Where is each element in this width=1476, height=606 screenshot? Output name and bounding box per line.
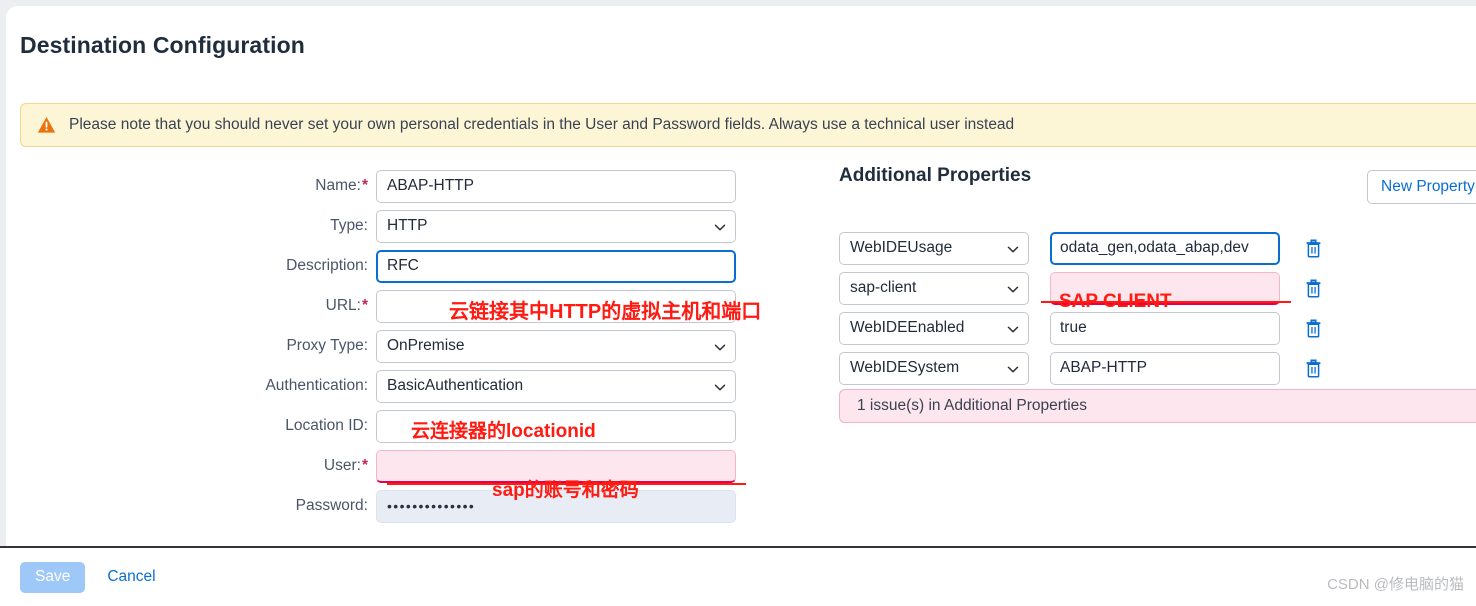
additional-properties-issue-bar: 1 issue(s) in Additional Properties <box>839 389 1476 423</box>
url-input[interactable] <box>376 290 736 323</box>
property-key-value: WebIDEUsage <box>850 239 952 257</box>
label-authentication: Authentication: <box>6 377 376 395</box>
required-marker: * <box>362 177 368 194</box>
type-select[interactable]: HTTP <box>376 210 736 243</box>
property-value-input[interactable]: true <box>1050 312 1280 345</box>
watermark: CSDN @修电脑的猫 <box>1327 573 1464 594</box>
property-value-input[interactable]: ABAP-HTTP <box>1050 352 1280 385</box>
issue-text: 1 issue(s) in Additional Properties <box>857 397 1087 415</box>
form-row-description: Description: RFC <box>6 246 751 286</box>
destination-config-card: Destination Configuration Please note th… <box>6 6 1476 600</box>
description-input-value: RFC <box>387 257 419 275</box>
password-input-value: •••••••••••••• <box>387 498 475 514</box>
app-root: Destination Configuration Please note th… <box>0 0 1476 606</box>
label-password: Password: <box>6 497 376 515</box>
user-input[interactable] <box>376 450 736 483</box>
authentication-select-value: BasicAuthentication <box>387 377 523 395</box>
save-button[interactable]: Save <box>20 562 85 593</box>
chevron-down-icon <box>714 221 725 232</box>
property-key-select[interactable]: WebIDESystem <box>839 352 1029 385</box>
label-type: Type: <box>6 217 376 235</box>
new-property-button[interactable]: New Property <box>1367 170 1476 204</box>
form-row-proxy-type: Proxy Type: OnPremise <box>6 326 751 366</box>
authentication-select[interactable]: BasicAuthentication <box>376 370 736 403</box>
property-value-input[interactable] <box>1050 272 1280 305</box>
footer-toolbar: Save Cancel <box>0 548 1476 606</box>
chevron-down-icon <box>714 341 725 352</box>
warning-banner-text: Please note that you should never set yo… <box>69 116 1014 134</box>
label-proxy-type: Proxy Type: <box>6 337 376 355</box>
proxy-type-select-value: OnPremise <box>387 337 465 355</box>
trash-icon[interactable] <box>1305 359 1322 378</box>
trash-icon[interactable] <box>1305 279 1322 298</box>
property-key-select[interactable]: WebIDEUsage <box>839 232 1029 265</box>
name-input-value: ABAP-HTTP <box>387 177 474 195</box>
trash-icon[interactable] <box>1305 239 1322 258</box>
label-description: Description: <box>6 257 376 275</box>
form-row-password: Password: •••••••••••••• <box>6 486 751 526</box>
label-url: URL:* <box>6 297 376 315</box>
destination-form: Name:* ABAP-HTTP Type: HTTP Description:… <box>6 166 751 526</box>
property-key-value: WebIDEEnabled <box>850 319 964 337</box>
property-value-text: odata_gen,odata_abap,dev <box>1060 239 1249 257</box>
label-name: Name:* <box>6 177 376 195</box>
chevron-down-icon <box>1007 323 1018 334</box>
form-row-name: Name:* ABAP-HTTP <box>6 166 751 206</box>
form-row-user: User:* <box>6 446 751 486</box>
annotation-underline-sap-client <box>1041 301 1291 303</box>
cancel-button[interactable]: Cancel <box>107 568 155 586</box>
warning-triangle-icon <box>37 116 56 134</box>
password-input[interactable]: •••••••••••••• <box>376 490 736 523</box>
type-select-value: HTTP <box>387 217 427 235</box>
proxy-type-select[interactable]: OnPremise <box>376 330 736 363</box>
credentials-warning-banner: Please note that you should never set yo… <box>20 103 1476 147</box>
form-row-url: URL:* <box>6 286 751 326</box>
required-marker: * <box>362 457 368 474</box>
required-marker: * <box>362 297 368 314</box>
property-key-select[interactable]: sap-client <box>839 272 1029 305</box>
property-value-text: ABAP-HTTP <box>1060 359 1147 377</box>
property-row: WebIDESystem ABAP-HTTP <box>839 348 1322 388</box>
label-location-id: Location ID: <box>6 417 376 435</box>
chevron-down-icon <box>714 381 725 392</box>
property-row: WebIDEUsage odata_gen,odata_abap,dev <box>839 228 1322 268</box>
chevron-down-icon <box>1007 283 1018 294</box>
property-value-input[interactable]: odata_gen,odata_abap,dev <box>1050 232 1280 265</box>
chevron-down-icon <box>1007 243 1018 254</box>
label-user: User:* <box>6 457 376 475</box>
form-row-type: Type: HTTP <box>6 206 751 246</box>
page-title: Destination Configuration <box>20 32 305 59</box>
property-key-select[interactable]: WebIDEEnabled <box>839 312 1029 345</box>
property-key-value: sap-client <box>850 279 916 297</box>
chevron-down-icon <box>1007 363 1018 374</box>
property-key-value: WebIDESystem <box>850 359 959 377</box>
form-row-authentication: Authentication: BasicAuthentication <box>6 366 751 406</box>
additional-properties-title: Additional Properties <box>839 165 1031 187</box>
location-id-input[interactable] <box>376 410 736 443</box>
additional-properties-list: WebIDEUsage odata_gen,odata_abap,dev <box>839 228 1322 388</box>
trash-icon[interactable] <box>1305 319 1322 338</box>
property-value-text: true <box>1060 319 1087 337</box>
property-row: WebIDEEnabled true <box>839 308 1322 348</box>
name-input[interactable]: ABAP-HTTP <box>376 170 736 203</box>
annotation-underline-user <box>387 483 746 485</box>
description-input[interactable]: RFC <box>376 250 736 283</box>
form-row-location-id: Location ID: <box>6 406 751 446</box>
